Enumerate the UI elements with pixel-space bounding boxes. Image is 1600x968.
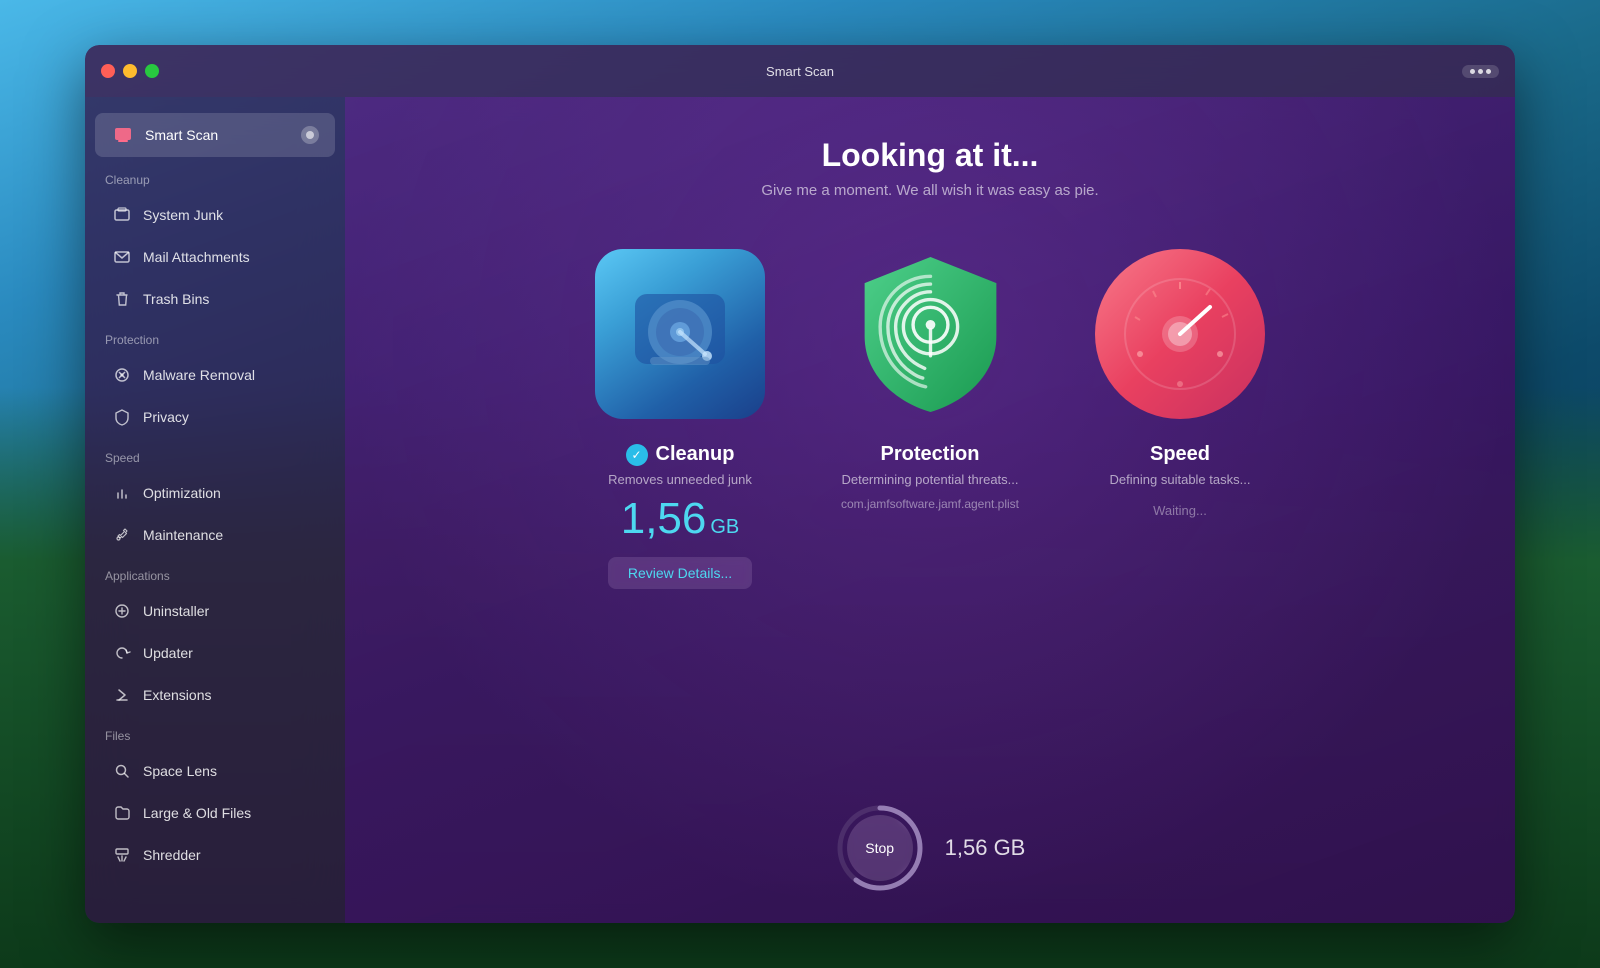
- stop-button-container: Stop: [835, 803, 925, 893]
- section-label-speed: Speed: [85, 439, 345, 471]
- sidebar: Smart Scan Cleanup System Junk: [85, 97, 345, 923]
- trash-bins-label: Trash Bins: [143, 291, 209, 307]
- malware-removal-label: Malware Removal: [143, 367, 255, 383]
- title-bar: Smart Scan: [85, 45, 1515, 97]
- updater-label: Updater: [143, 645, 193, 661]
- optimization-icon: [111, 482, 133, 504]
- cleanup-title: Cleanup: [656, 443, 735, 466]
- uninstaller-icon: [111, 600, 133, 622]
- large-old-files-label: Large & Old Files: [143, 805, 251, 821]
- protection-shield-svg: [853, 249, 1008, 419]
- main-panel: Looking at it... Give me a moment. We al…: [345, 97, 1515, 923]
- app-window: Smart Scan Smart Scan: [85, 45, 1515, 923]
- close-button[interactable]: [101, 64, 115, 78]
- cleanup-check-icon: ✓: [626, 444, 648, 466]
- sidebar-item-malware-removal[interactable]: Malware Removal: [95, 355, 335, 395]
- stop-button[interactable]: Stop: [847, 815, 913, 881]
- maximize-button[interactable]: [145, 64, 159, 78]
- space-lens-label: Space Lens: [143, 763, 217, 779]
- cleanup-value: 1,56: [621, 497, 707, 541]
- protection-desc: Determining potential threats...: [841, 472, 1018, 487]
- sidebar-item-smart-scan[interactable]: Smart Scan: [95, 113, 335, 157]
- section-label-cleanup: Cleanup: [85, 161, 345, 193]
- protection-detail: com.jamfsoftware.jamf.agent.plist: [841, 497, 1019, 511]
- section-label-applications: Applications: [85, 557, 345, 589]
- speed-icon-area: [1095, 249, 1265, 419]
- cleanup-card: ✓ Cleanup Removes unneeded junk 1,56 GB …: [570, 249, 790, 589]
- dot-icon: [1486, 69, 1491, 74]
- system-junk-label: System Junk: [143, 207, 223, 223]
- sidebar-active-label: Smart Scan: [145, 127, 218, 143]
- sidebar-item-large-old-files[interactable]: Large & Old Files: [95, 793, 335, 833]
- section-label-protection: Protection: [85, 321, 345, 353]
- sidebar-item-trash-bins[interactable]: Trash Bins: [95, 279, 335, 319]
- trash-bins-icon: [111, 288, 133, 310]
- minimize-button[interactable]: [123, 64, 137, 78]
- speed-desc: Defining suitable tasks...: [1110, 472, 1251, 487]
- privacy-label: Privacy: [143, 409, 189, 425]
- panel-subtitle: Give me a moment. We all wish it was eas…: [761, 182, 1098, 199]
- maintenance-label: Maintenance: [143, 527, 223, 543]
- main-content: Smart Scan Cleanup System Junk: [85, 97, 1515, 923]
- sidebar-item-optimization[interactable]: Optimization: [95, 473, 335, 513]
- cards-row: ✓ Cleanup Removes unneeded junk 1,56 GB …: [570, 249, 1290, 589]
- space-lens-icon: [111, 760, 133, 782]
- window-title: Smart Scan: [766, 64, 834, 79]
- large-old-files-icon: [111, 802, 133, 824]
- dot-icon: [1478, 69, 1483, 74]
- sidebar-item-uninstaller[interactable]: Uninstaller: [95, 591, 335, 631]
- review-details-button[interactable]: Review Details...: [608, 557, 752, 589]
- system-junk-icon: [111, 204, 133, 226]
- optimization-label: Optimization: [143, 485, 221, 501]
- privacy-icon: [111, 406, 133, 428]
- speed-gauge-svg: [1115, 269, 1245, 399]
- shredder-icon: [111, 844, 133, 866]
- cleanup-unit: GB: [710, 517, 739, 537]
- maintenance-icon: [111, 524, 133, 546]
- mail-attachments-label: Mail Attachments: [143, 249, 250, 265]
- speed-status-row: Speed: [1150, 443, 1210, 466]
- uninstaller-label: Uninstaller: [143, 603, 209, 619]
- speed-card: Speed Defining suitable tasks... Waiting…: [1070, 249, 1290, 518]
- sidebar-item-privacy[interactable]: Privacy: [95, 397, 335, 437]
- updater-icon: [111, 642, 133, 664]
- traffic-lights: [101, 64, 159, 78]
- speed-waiting: Waiting...: [1153, 503, 1207, 518]
- extensions-icon: [111, 684, 133, 706]
- cleanup-value-row: 1,56 GB: [621, 497, 740, 545]
- smart-scan-icon: [111, 123, 135, 147]
- protection-title: Protection: [881, 443, 980, 466]
- mail-attachments-icon: [111, 246, 133, 268]
- speed-title: Speed: [1150, 443, 1210, 466]
- more-options-button[interactable]: [1462, 65, 1499, 78]
- sidebar-item-extensions[interactable]: Extensions: [95, 675, 335, 715]
- sidebar-item-shredder[interactable]: Shredder: [95, 835, 335, 875]
- extensions-label: Extensions: [143, 687, 211, 703]
- shredder-label: Shredder: [143, 847, 201, 863]
- protection-icon-area: [845, 249, 1015, 419]
- sidebar-item-system-junk[interactable]: System Junk: [95, 195, 335, 235]
- notification-badge: [301, 126, 319, 144]
- sidebar-item-mail-attachments[interactable]: Mail Attachments: [95, 237, 335, 277]
- cleanup-desc: Removes unneeded junk: [608, 472, 752, 487]
- sidebar-item-maintenance[interactable]: Maintenance: [95, 515, 335, 555]
- sidebar-item-space-lens[interactable]: Space Lens: [95, 751, 335, 791]
- bottom-progress-row: Stop 1,56 GB: [835, 803, 1026, 893]
- protection-card: Protection Determining potential threats…: [820, 249, 1040, 517]
- disk-svg: [620, 274, 740, 394]
- cleanup-status-row: ✓ Cleanup: [626, 443, 735, 466]
- sidebar-item-updater[interactable]: Updater: [95, 633, 335, 673]
- panel-title: Looking at it...: [822, 137, 1039, 174]
- cleanup-icon-area: [595, 249, 765, 419]
- protection-status-row: Protection: [881, 443, 980, 466]
- dot-icon: [1470, 69, 1475, 74]
- bottom-size-value: 1,56 GB: [945, 835, 1026, 861]
- malware-removal-icon: [111, 364, 133, 386]
- section-label-files: Files: [85, 717, 345, 749]
